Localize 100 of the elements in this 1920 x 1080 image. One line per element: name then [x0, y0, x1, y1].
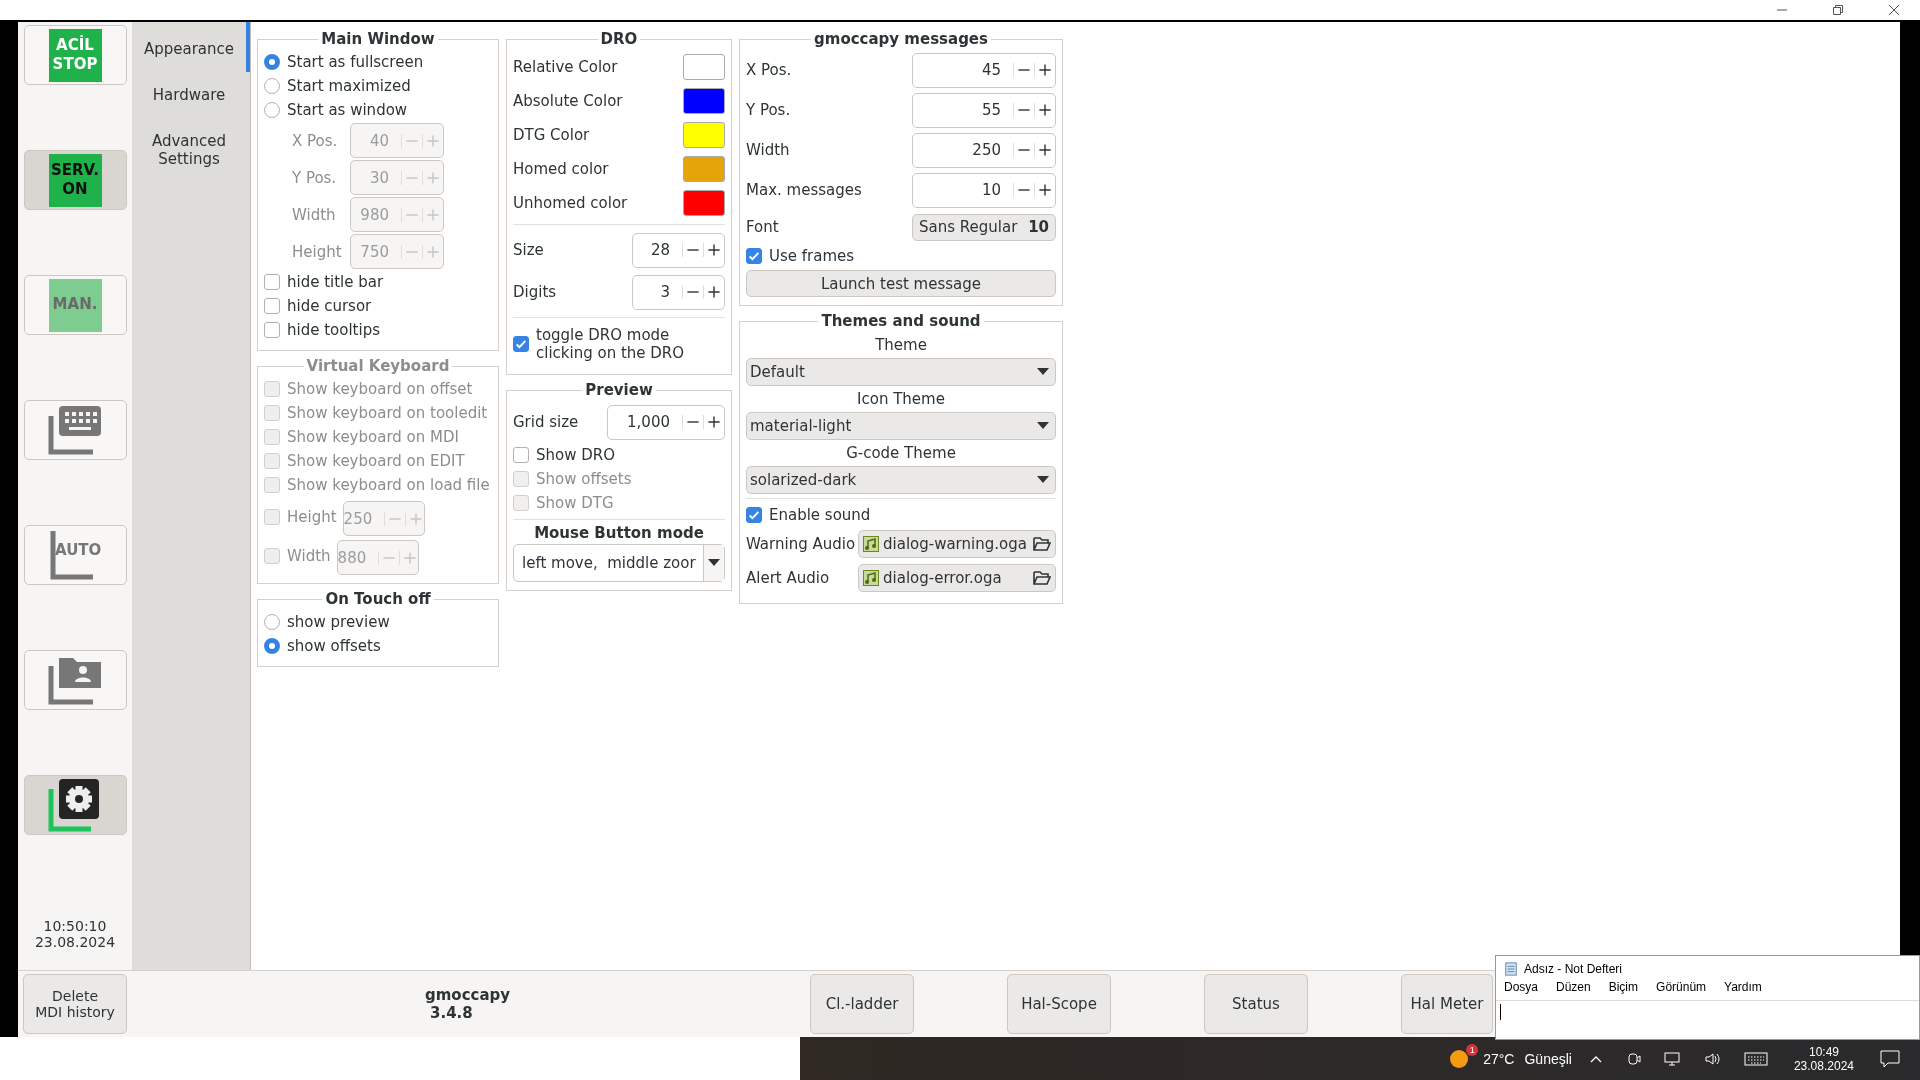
app-version: 3.4.8	[429, 1004, 474, 1022]
checkbox-label: hide tooltips	[287, 321, 380, 339]
tool-button[interactable]: Hal Meter	[1401, 974, 1493, 1034]
close-icon[interactable]	[1888, 4, 1900, 16]
mode-button[interactable]: AUTO	[23, 525, 127, 585]
settings-tab[interactable]: Hardware	[132, 72, 250, 118]
launch-button[interactable]: Launch test message	[746, 270, 1056, 297]
frame-title: DRO	[599, 30, 639, 48]
caret-icon	[1037, 368, 1049, 376]
checkbox-label: Show keyboard on EDIT	[287, 452, 465, 470]
font-button[interactable]: Sans Regular 10	[912, 213, 1056, 241]
color-swatch[interactable]	[683, 54, 725, 80]
checkbox[interactable]	[513, 336, 529, 352]
network-icon[interactable]	[1663, 1050, 1682, 1067]
mode-dropdown[interactable]: left move, middle zoor	[513, 544, 725, 582]
radio-label: Start maximized	[287, 77, 411, 95]
field-label: Width	[746, 141, 790, 159]
field-label: Theme	[874, 335, 928, 356]
mode-button[interactable]: SERV. ON	[23, 150, 127, 210]
number-field[interactable]: 250	[912, 132, 1056, 168]
settings-tab[interactable]: Advanced Settings	[132, 118, 250, 182]
checkbox[interactable]	[513, 447, 529, 463]
field-label: G-code Theme	[845, 443, 957, 464]
temperature: 27°C	[1483, 1050, 1515, 1067]
checkbox-label: Show keyboard on tooledit	[287, 404, 488, 422]
delete-history-button[interactable]: Delete MDI history	[23, 974, 127, 1034]
number-field[interactable]: 1,000	[607, 404, 725, 440]
color-swatch[interactable]	[683, 156, 725, 182]
number-field[interactable]: 10	[912, 172, 1056, 208]
folder-open-icon	[1033, 570, 1051, 586]
color-swatch[interactable]	[683, 88, 725, 114]
radio-button[interactable]	[264, 102, 280, 118]
checkbox-label: Height	[287, 507, 337, 526]
radio-button[interactable]	[264, 54, 280, 70]
color-swatch[interactable]	[683, 190, 725, 216]
frame-title: Themes and sound	[820, 312, 982, 330]
checkbox[interactable]	[746, 507, 762, 523]
tool-button[interactable]: Status	[1204, 974, 1308, 1034]
restore-icon[interactable]	[1832, 4, 1844, 16]
color-swatch[interactable]	[683, 122, 725, 148]
number-field[interactable]: 55	[912, 92, 1056, 128]
checkbox[interactable]	[746, 248, 762, 264]
caret-icon	[1037, 422, 1049, 430]
volume-icon[interactable]	[1703, 1050, 1722, 1067]
section-title: Mouse Button mode	[533, 524, 705, 542]
weather-condition: Güneşli	[1524, 1050, 1572, 1067]
menu-item[interactable]: Görünüm	[1656, 980, 1707, 994]
color-label: DTG Color	[513, 126, 590, 144]
field-label: Icon Theme	[856, 389, 946, 410]
mode-button[interactable]	[23, 775, 127, 835]
frame-title: On Touch off	[324, 590, 432, 608]
color-label: Homed color	[513, 160, 609, 178]
checkbox[interactable]	[264, 322, 280, 338]
checkbox-label: Width	[287, 546, 331, 565]
checkbox-label: hide title bar	[287, 273, 384, 291]
keyboard-icon[interactable]	[1743, 1050, 1768, 1067]
checkbox-label: hide cursor	[287, 297, 372, 315]
frame-title: Virtual Keyboard	[305, 357, 451, 375]
notification-badge: 1	[1466, 1043, 1479, 1056]
radio-button[interactable]	[264, 614, 280, 630]
field-label: Width	[292, 205, 337, 224]
file-chooser[interactable]: dialog-error.oga	[858, 564, 1056, 592]
tool-button[interactable]: Cl.-ladder	[810, 974, 914, 1034]
window-title: Adsız - Not Defteri	[1524, 962, 1623, 976]
field-label: Digits	[513, 283, 557, 301]
field-label: Y Pos.	[292, 168, 338, 187]
menu-item[interactable]: Dosya	[1504, 980, 1538, 994]
menu-item[interactable]: Yardım	[1724, 980, 1762, 994]
frame-title: Preview	[584, 381, 654, 399]
notification-icon[interactable]	[1880, 1049, 1900, 1068]
caret-icon	[708, 559, 720, 567]
checkbox-label: Enable sound	[769, 506, 871, 524]
menu-item[interactable]: Düzen	[1556, 980, 1591, 994]
checkbox[interactable]	[264, 298, 280, 314]
field-label: Max. messages	[746, 181, 862, 199]
tool-button[interactable]: Hal-Scope	[1007, 974, 1111, 1034]
menu-item[interactable]: Biçim	[1608, 980, 1639, 994]
theme-dropdown[interactable]: solarized-dark	[746, 466, 1056, 494]
taskbar-date[interactable]: 23.08.2024	[1793, 1058, 1854, 1073]
checkbox-label: Show keyboard on load file	[287, 476, 490, 494]
camera-icon[interactable]	[1625, 1050, 1642, 1067]
caret-icon	[1037, 476, 1049, 484]
checkbox[interactable]	[264, 274, 280, 290]
file-chooser[interactable]: dialog-warning.oga	[858, 530, 1056, 558]
radio-button[interactable]	[264, 638, 280, 654]
field-label: Font	[746, 218, 779, 236]
radio-label: Start as fullscreen	[287, 53, 424, 71]
taskbar-time[interactable]: 10:49	[1808, 1044, 1839, 1059]
field-label: Warning Audio	[746, 535, 856, 553]
number-field[interactable]: 45	[912, 52, 1056, 88]
checkbox-label: Show keyboard on offset	[287, 380, 473, 398]
checkbox-label: Show offsets	[536, 470, 632, 488]
theme-dropdown[interactable]: material-light	[746, 412, 1056, 440]
theme-dropdown[interactable]: Default	[746, 358, 1056, 386]
radio-button[interactable]	[264, 78, 280, 94]
clock-date: 23.08.2024	[34, 934, 116, 950]
number-field[interactable]: 3	[632, 274, 725, 310]
field-label: Size	[513, 241, 544, 259]
radio-label: show preview	[287, 613, 390, 631]
number-field[interactable]: 28	[632, 232, 725, 268]
